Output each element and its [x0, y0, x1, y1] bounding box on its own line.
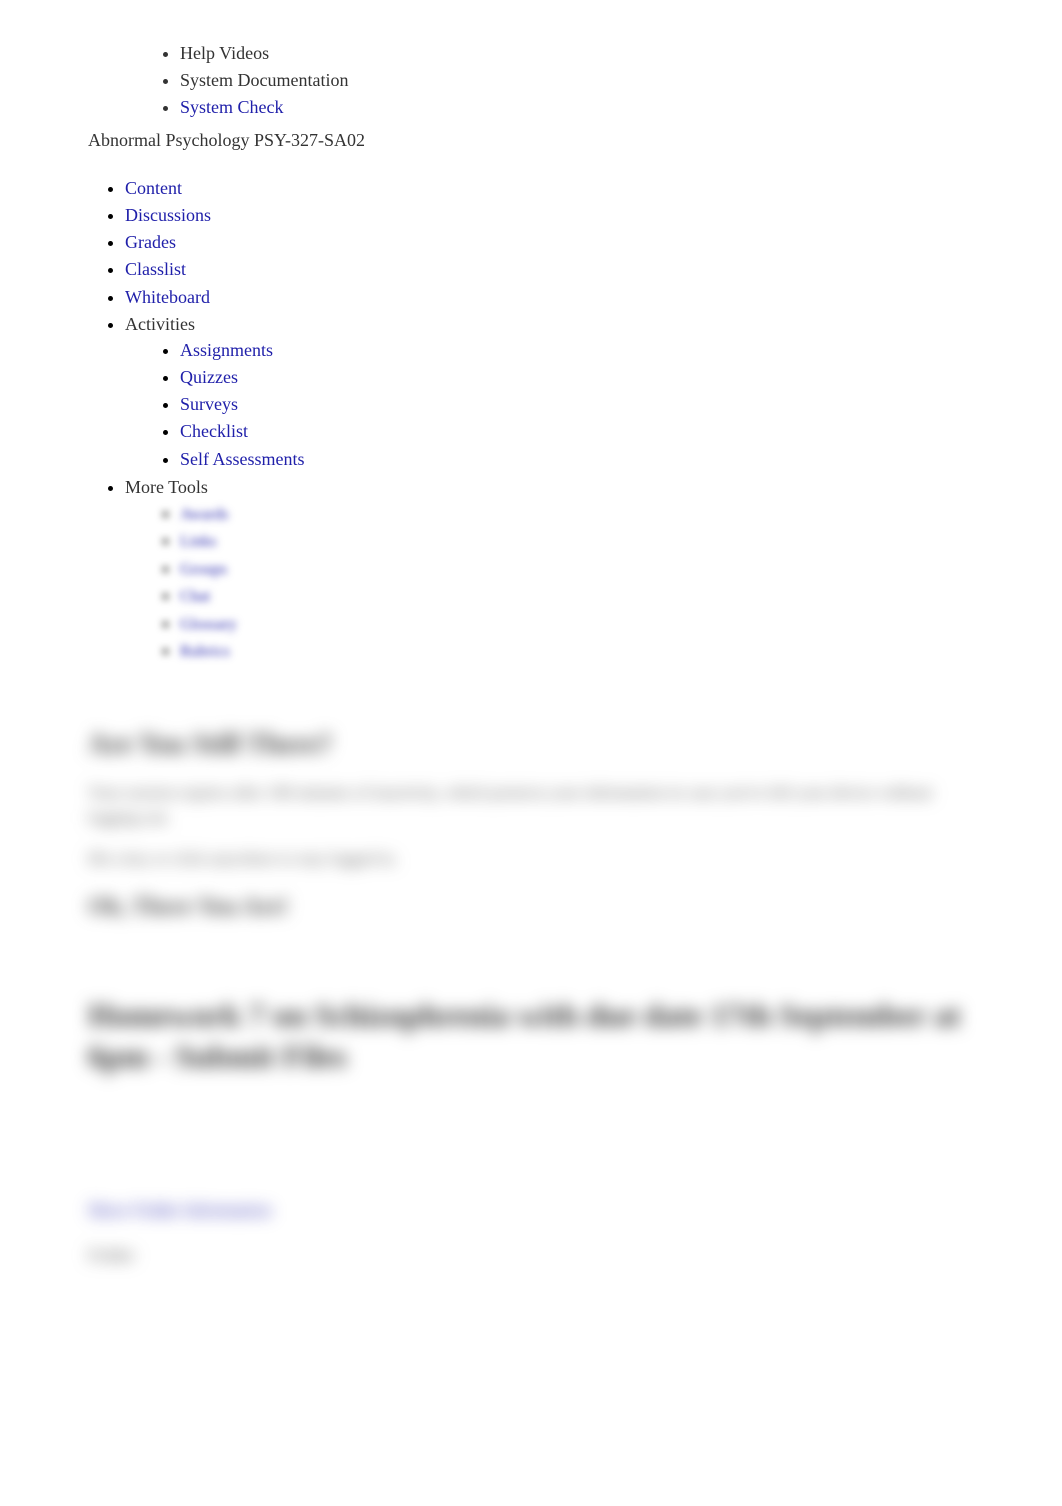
sub-item-quizzes: Quizzes — [180, 364, 1062, 391]
blurred-session-para1: Your session expires after 180 minutes o… — [88, 780, 974, 831]
sub-item-more-2: Groups — [180, 555, 1062, 582]
checklist-link[interactable]: Checklist — [180, 421, 248, 441]
sub-item-more-3: Chat — [180, 582, 1062, 609]
sub-item-assignments: Assignments — [180, 337, 1062, 364]
sub-item-more-0: Awards — [180, 500, 1062, 527]
blurred-folder-link[interactable]: Show Folder Information — [88, 1198, 974, 1223]
more-tools-link-2[interactable]: Groups — [180, 561, 227, 578]
sub-item-more-1: Links — [180, 527, 1062, 554]
more-tools-label: More Tools — [125, 477, 208, 497]
nav-item-more-tools: More Tools Awards Links Groups Chat Glos… — [125, 474, 1062, 666]
more-tools-link-5[interactable]: Rubrics — [180, 643, 230, 660]
blurred-folder-label: Folder — [88, 1243, 974, 1268]
more-tools-link-3[interactable]: Chat — [180, 588, 210, 605]
blurred-homework-heading: Homework 7 on Schizophrenia with due dat… — [88, 995, 974, 1078]
content-link[interactable]: Content — [125, 178, 182, 198]
more-tools-sublist: Awards Links Groups Chat Glossary Rubric… — [180, 500, 1062, 664]
quizzes-link[interactable]: Quizzes — [180, 367, 238, 387]
blurred-there-heading: Oh, There You Are! — [88, 891, 974, 925]
discussions-link[interactable]: Discussions — [125, 205, 211, 225]
activities-sublist: Assignments Quizzes Surveys Checklist Se… — [180, 337, 1062, 473]
sub-item-more-4: Glossary — [180, 610, 1062, 637]
whiteboard-link[interactable]: Whiteboard — [125, 287, 210, 307]
help-list: Help Videos System Documentation System … — [180, 40, 1062, 122]
system-documentation-label: System Documentation — [180, 70, 348, 90]
surveys-link[interactable]: Surveys — [180, 394, 238, 414]
more-tools-link-1[interactable]: Links — [180, 533, 216, 550]
classlist-link[interactable]: Classlist — [125, 259, 186, 279]
nav-item-discussions: Discussions — [125, 202, 1062, 229]
more-tools-link-0[interactable]: Awards — [180, 506, 228, 523]
activities-label: Activities — [125, 314, 195, 334]
more-tools-link-4[interactable]: Glossary — [180, 616, 237, 633]
assignments-link[interactable]: Assignments — [180, 340, 273, 360]
blurred-session-heading: Are You Still There? — [88, 725, 974, 764]
sub-item-surveys: Surveys — [180, 391, 1062, 418]
help-videos-label: Help Videos — [180, 43, 269, 63]
sub-item-more-5: Rubrics — [180, 637, 1062, 664]
nav-list: Content Discussions Grades Classlist Whi… — [125, 175, 1062, 666]
course-title: Abnormal Psychology PSY-327-SA02 — [88, 126, 1062, 155]
help-item-videos: Help Videos — [180, 40, 1062, 67]
system-check-link[interactable]: System Check — [180, 97, 284, 117]
nav-item-whiteboard: Whiteboard — [125, 284, 1062, 311]
blurred-session-para2: Hit a key or click anywhere to stay logg… — [88, 846, 974, 872]
sub-item-self-assessments: Self Assessments — [180, 446, 1062, 473]
nav-item-classlist: Classlist — [125, 256, 1062, 283]
help-item-docs: System Documentation — [180, 67, 1062, 94]
grades-link[interactable]: Grades — [125, 232, 176, 252]
self-assessments-link[interactable]: Self Assessments — [180, 449, 305, 469]
nav-item-grades: Grades — [125, 229, 1062, 256]
blurred-content: Are You Still There? Your session expire… — [88, 725, 974, 1268]
sub-item-checklist: Checklist — [180, 418, 1062, 445]
nav-item-activities: Activities Assignments Quizzes Surveys C… — [125, 311, 1062, 474]
nav-item-content: Content — [125, 175, 1062, 202]
help-item-check: System Check — [180, 94, 1062, 121]
